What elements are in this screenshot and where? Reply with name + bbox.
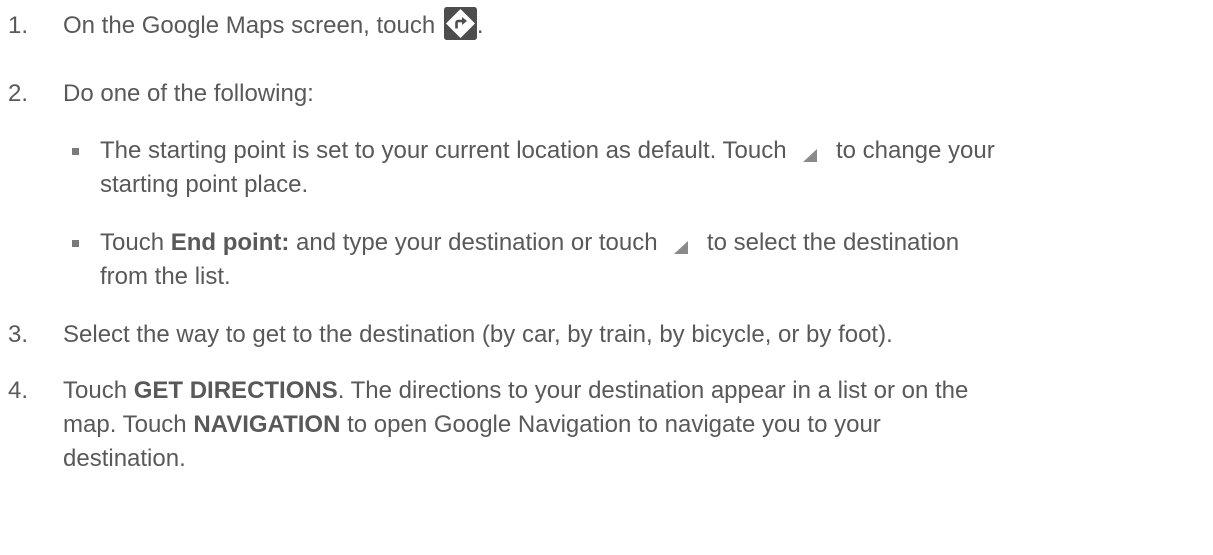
step-2: 2. Do one of the following:: [0, 77, 1213, 113]
step-text: Do one of the following:: [63, 80, 314, 107]
step-number: 1.: [8, 12, 29, 39]
step-number: 4.: [8, 377, 29, 404]
step-3: 3. Select the way to get to the destinat…: [0, 318, 1213, 354]
step-4: 4. Touch GET DIRECTIONS. The directions …: [0, 374, 1213, 484]
bullet-item-2: Touch End point: and type your destinati…: [0, 226, 1213, 298]
step-text: Select the way to get to the destination…: [63, 321, 893, 348]
bullet-item-1: The starting point is set to your curren…: [0, 134, 1213, 206]
bullet-text: Touch End point: and type your destinati…: [100, 229, 960, 290]
dropdown-triangle-icon: [664, 232, 700, 254]
step-1: 1. On the Google Maps screen, touch .: [0, 7, 1213, 49]
step-text: Touch GET DIRECTIONS. The directions to …: [63, 377, 969, 472]
step-number: 3.: [8, 321, 29, 348]
bullet-text: The starting point is set to your curren…: [100, 137, 995, 198]
dropdown-triangle-icon: [793, 140, 829, 162]
step-number: 2.: [8, 80, 29, 107]
bullet-marker: [72, 148, 79, 155]
step-text: On the Google Maps screen, touch .: [63, 7, 1193, 43]
directions-icon: [443, 7, 477, 41]
bullet-marker: [72, 240, 79, 247]
